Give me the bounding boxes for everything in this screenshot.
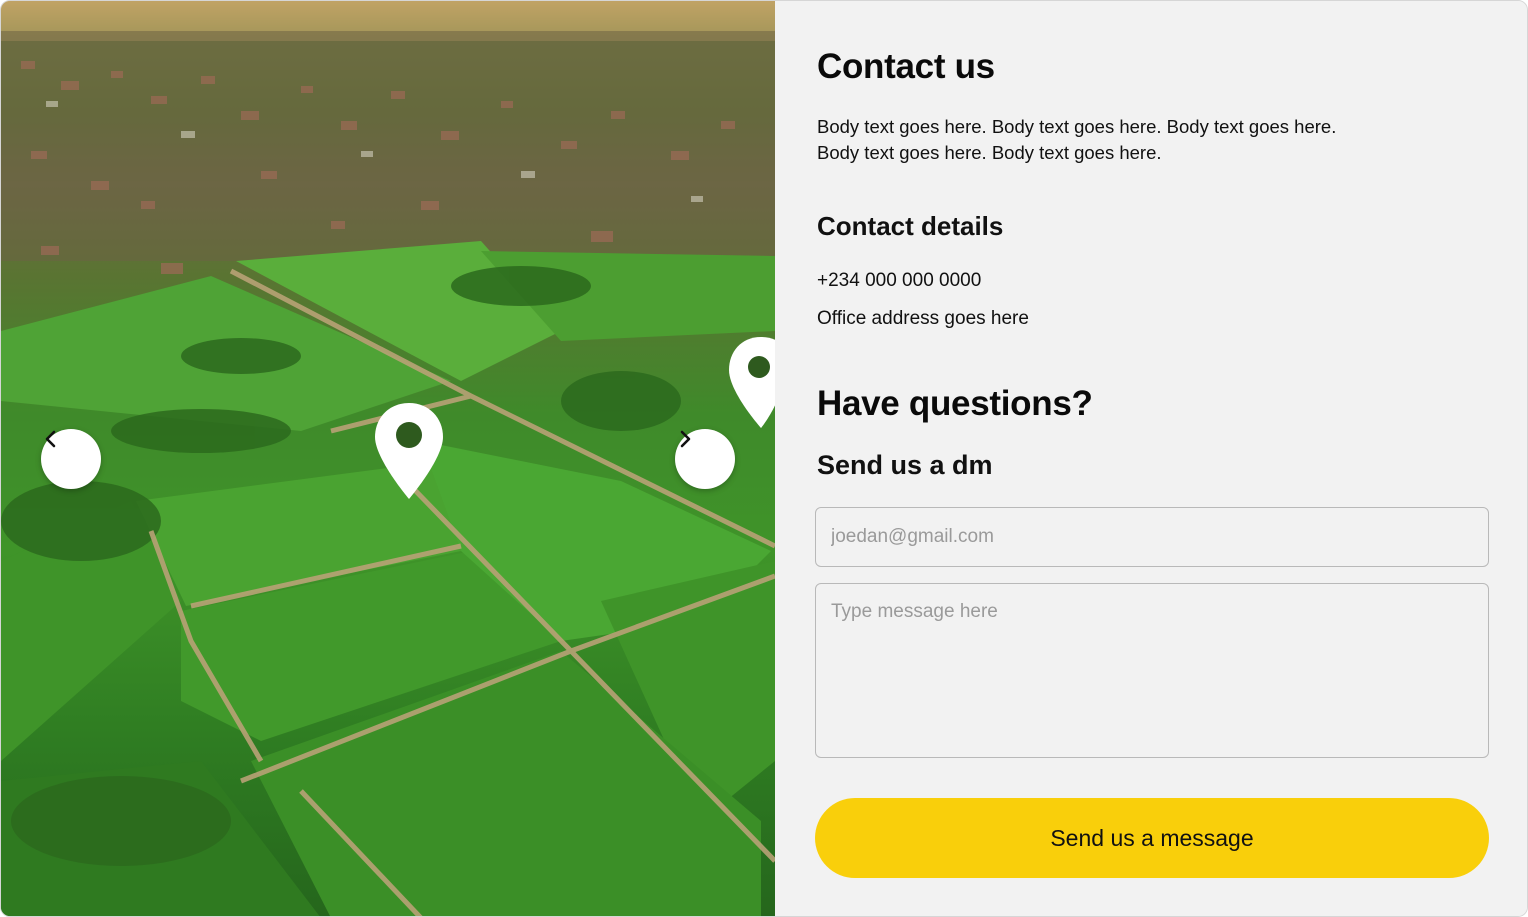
carousel-prev-button[interactable]	[41, 429, 101, 489]
contact-details-heading: Contact details	[817, 211, 1004, 241]
chevron-left-icon	[45, 430, 56, 448]
email-field[interactable]	[815, 507, 1489, 567]
chevron-right-icon	[680, 430, 691, 448]
carousel-next-button[interactable]	[675, 429, 735, 489]
send-message-button[interactable]: Send us a message	[815, 798, 1489, 878]
aerial-farmland-illustration	[1, 1, 775, 916]
phone-number: +234 000 000 0000	[817, 270, 982, 291]
location-pin-icon	[729, 337, 775, 428]
dm-subheading: Send us a dm	[817, 450, 993, 480]
page-title: Contact us	[817, 47, 995, 86]
message-textarea[interactable]	[815, 583, 1489, 758]
carousel-image	[1, 1, 775, 916]
questions-heading: Have questions?	[817, 384, 1093, 423]
office-address: Office address goes here	[817, 308, 1029, 329]
contact-panel: Contact us Body text goes here. Body tex…	[775, 1, 1527, 916]
contact-page: Contact us Body text goes here. Body tex…	[0, 0, 1528, 917]
body-text: Body text goes here. Body text goes here…	[817, 116, 1337, 163]
